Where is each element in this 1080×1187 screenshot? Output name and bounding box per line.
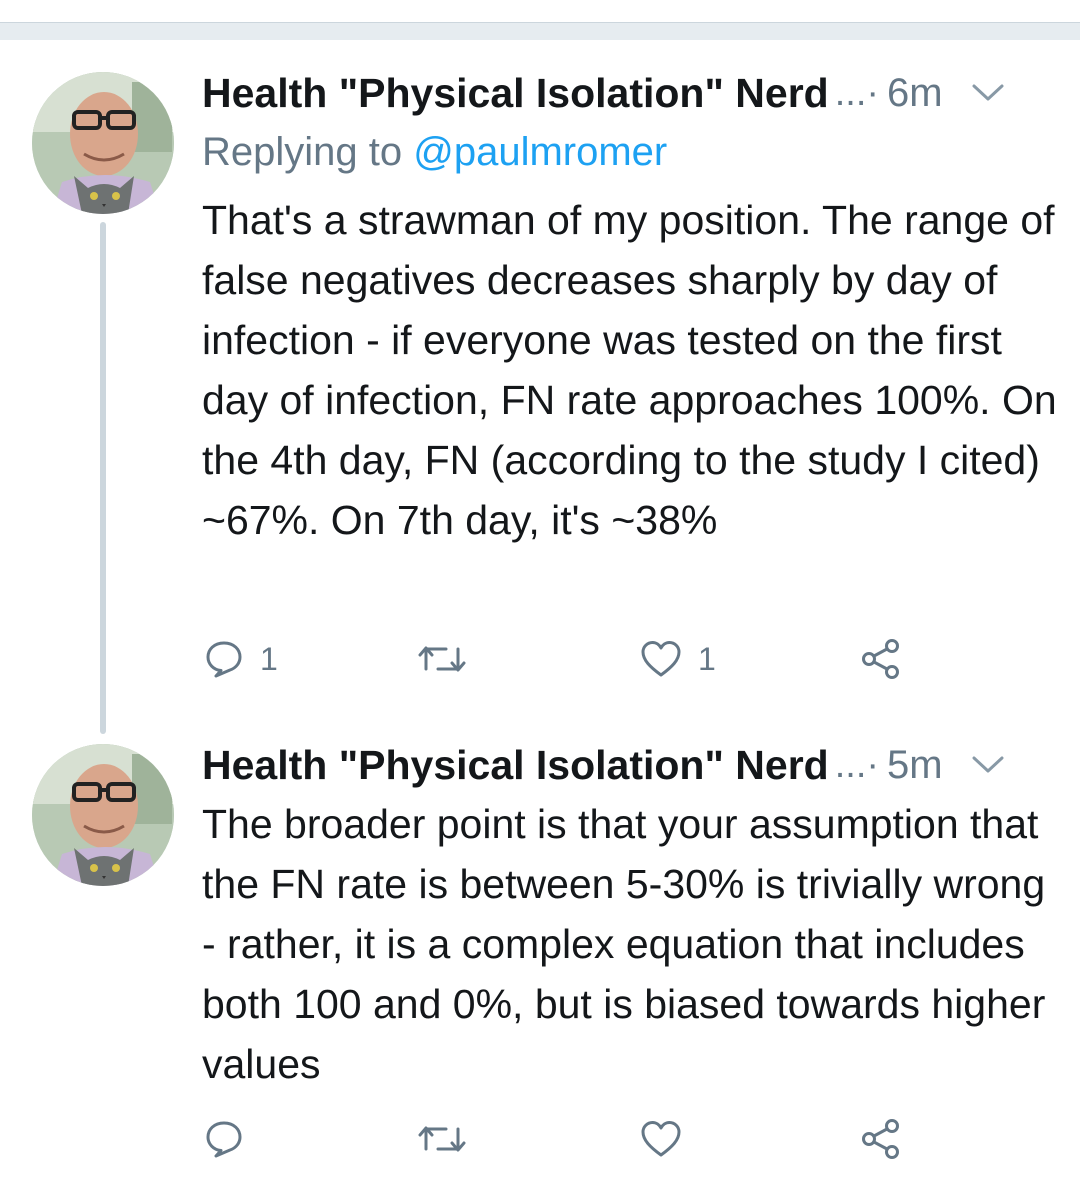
top-divider xyxy=(0,22,1080,40)
reply-count: 1 xyxy=(260,640,278,677)
share-icon xyxy=(860,1118,902,1160)
author-name[interactable]: Health "Physical Isolation" Nerd xyxy=(202,742,829,789)
tweet-actions xyxy=(0,1114,1080,1164)
name-ellipsis: ...· xyxy=(834,743,880,786)
avatar-image xyxy=(32,72,174,214)
like-icon xyxy=(640,1119,682,1159)
replying-to: Replying to @paulmromer xyxy=(202,130,667,175)
reply-button[interactable] xyxy=(204,1114,244,1164)
tweet-header: Health "Physical Isolation" Nerd ...· 5m xyxy=(202,738,1040,792)
retweet-icon xyxy=(418,639,466,679)
share-button[interactable] xyxy=(860,634,902,684)
chevron-down-icon[interactable] xyxy=(971,754,1005,776)
reply-icon xyxy=(204,639,244,679)
replying-to-label: Replying to xyxy=(202,130,414,174)
retweet-button[interactable] xyxy=(418,1114,466,1164)
share-icon xyxy=(860,638,902,680)
like-icon xyxy=(640,639,682,679)
reply-handle-link[interactable]: @paulmromer xyxy=(413,130,667,174)
like-button[interactable]: 1 xyxy=(640,634,716,684)
tweet-header: Health "Physical Isolation" Nerd ...· 6m xyxy=(202,66,1040,120)
avatar[interactable] xyxy=(32,72,174,214)
tweet-text: The broader point is that your assumptio… xyxy=(202,801,1046,1087)
retweet-icon xyxy=(418,1119,466,1159)
avatar-image xyxy=(32,744,174,886)
tweet-actions: 1 1 xyxy=(0,634,1080,684)
top-band xyxy=(0,0,1080,22)
share-button[interactable] xyxy=(860,1114,902,1164)
timestamp[interactable]: 5m xyxy=(887,743,943,788)
retweet-button[interactable] xyxy=(418,634,466,684)
like-button[interactable] xyxy=(640,1114,682,1164)
author-name[interactable]: Health "Physical Isolation" Nerd xyxy=(202,70,829,117)
reply-button[interactable]: 1 xyxy=(204,634,278,684)
like-count: 1 xyxy=(698,640,716,677)
name-ellipsis: ...· xyxy=(834,71,880,114)
reply-icon xyxy=(204,1119,244,1159)
tweet-text: That's a strawman of my position. The ra… xyxy=(202,197,1057,543)
avatar[interactable] xyxy=(32,744,174,886)
chevron-down-icon[interactable] xyxy=(971,82,1005,104)
timestamp[interactable]: 6m xyxy=(887,71,943,116)
